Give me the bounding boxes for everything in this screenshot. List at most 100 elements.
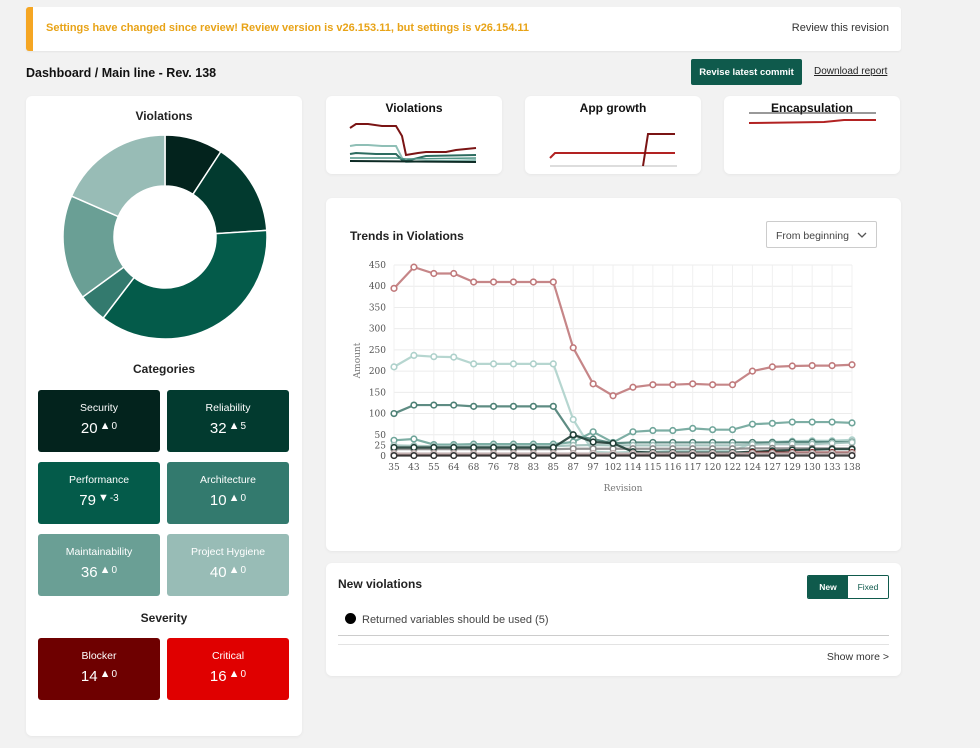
- data-point[interactable]: [489, 360, 498, 368]
- data-point[interactable]: [509, 451, 518, 460]
- data-point[interactable]: [410, 401, 418, 409]
- data-point[interactable]: [589, 380, 597, 388]
- data-point[interactable]: [549, 402, 557, 410]
- data-point[interactable]: [848, 419, 856, 427]
- data-point[interactable]: [549, 451, 557, 460]
- data-point[interactable]: [390, 363, 398, 371]
- data-point[interactable]: [808, 418, 816, 426]
- data-point[interactable]: [728, 381, 737, 389]
- data-point[interactable]: [410, 351, 418, 360]
- tile-critical[interactable]: Critical 16 ▲0: [167, 638, 289, 700]
- data-point[interactable]: [529, 451, 537, 460]
- data-point[interactable]: [689, 451, 697, 460]
- data-point[interactable]: [788, 418, 796, 426]
- data-point[interactable]: [709, 451, 717, 460]
- data-point[interactable]: [788, 362, 796, 370]
- data-point[interactable]: [470, 443, 478, 452]
- data-point[interactable]: [609, 451, 617, 460]
- data-point[interactable]: [629, 383, 637, 391]
- data-point[interactable]: [509, 360, 518, 368]
- mini-chart-encapsulation[interactable]: Encapsulation: [724, 96, 900, 174]
- data-point[interactable]: [489, 278, 498, 286]
- data-point[interactable]: [748, 420, 757, 428]
- data-point[interactable]: [788, 451, 796, 460]
- data-point[interactable]: [609, 439, 617, 447]
- data-point[interactable]: [689, 380, 697, 388]
- data-point[interactable]: [489, 443, 498, 452]
- tile-reliability[interactable]: Reliability 32 ▲5: [167, 390, 289, 452]
- data-point[interactable]: [649, 381, 657, 389]
- data-point[interactable]: [410, 435, 418, 443]
- tile-architecture[interactable]: Architecture 10 ▲0: [167, 462, 289, 524]
- revise-latest-commit-button[interactable]: Revise latest commit: [691, 59, 802, 85]
- data-point[interactable]: [430, 269, 438, 278]
- data-point[interactable]: [450, 353, 458, 361]
- toggle-new[interactable]: New: [808, 576, 848, 598]
- data-point[interactable]: [470, 278, 478, 286]
- data-point[interactable]: [629, 428, 637, 436]
- data-point[interactable]: [549, 443, 557, 452]
- data-point[interactable]: [589, 438, 597, 446]
- data-point[interactable]: [669, 451, 677, 460]
- data-point[interactable]: [709, 381, 717, 389]
- tile-project-hygiene[interactable]: Project Hygiene 40 ▲0: [167, 534, 289, 596]
- data-point[interactable]: [748, 367, 757, 375]
- data-point[interactable]: [450, 401, 458, 409]
- tile-security[interactable]: Security 20 ▲0: [38, 390, 160, 452]
- data-point[interactable]: [410, 451, 418, 460]
- tile-maintainability[interactable]: Maintainability 36 ▲0: [38, 534, 160, 596]
- data-point[interactable]: [569, 451, 577, 460]
- data-point[interactable]: [609, 392, 617, 400]
- violation-item[interactable]: Returned variables should be used (5): [345, 613, 549, 626]
- data-point[interactable]: [669, 381, 677, 389]
- data-point[interactable]: [489, 402, 498, 410]
- data-point[interactable]: [410, 263, 418, 271]
- data-point[interactable]: [728, 426, 737, 434]
- data-point[interactable]: [529, 278, 537, 286]
- data-point[interactable]: [450, 451, 458, 460]
- data-point[interactable]: [430, 443, 438, 452]
- data-point[interactable]: [470, 402, 478, 410]
- data-point[interactable]: [529, 402, 537, 410]
- data-point[interactable]: [450, 443, 458, 452]
- data-point[interactable]: [569, 415, 577, 424]
- data-point[interactable]: [390, 451, 398, 460]
- data-point[interactable]: [848, 438, 856, 447]
- toggle-fixed[interactable]: Fixed: [848, 576, 888, 598]
- data-point[interactable]: [728, 451, 737, 460]
- data-point[interactable]: [629, 451, 637, 460]
- data-point[interactable]: [489, 451, 498, 460]
- data-point[interactable]: [828, 361, 836, 370]
- data-point[interactable]: [470, 451, 478, 460]
- data-point[interactable]: [649, 426, 657, 435]
- data-point[interactable]: [689, 424, 697, 433]
- data-point[interactable]: [450, 269, 458, 278]
- mini-chart-violations[interactable]: Violations: [326, 96, 502, 174]
- download-report-link[interactable]: Download report: [814, 66, 887, 77]
- data-point[interactable]: [669, 426, 677, 435]
- data-point[interactable]: [768, 363, 776, 371]
- data-point[interactable]: [529, 360, 537, 368]
- data-point[interactable]: [768, 451, 776, 460]
- data-point[interactable]: [808, 451, 816, 460]
- data-point[interactable]: [509, 278, 518, 286]
- data-point[interactable]: [390, 443, 398, 452]
- data-point[interactable]: [768, 419, 776, 427]
- data-point[interactable]: [808, 361, 816, 370]
- data-point[interactable]: [848, 361, 856, 369]
- data-point[interactable]: [509, 443, 518, 452]
- data-point[interactable]: [828, 418, 836, 426]
- data-point[interactable]: [430, 451, 438, 460]
- data-point[interactable]: [430, 353, 438, 361]
- data-point[interactable]: [848, 451, 856, 460]
- data-point[interactable]: [569, 431, 577, 439]
- data-point[interactable]: [509, 402, 518, 410]
- data-point[interactable]: [828, 451, 836, 460]
- data-point[interactable]: [430, 401, 438, 409]
- data-point[interactable]: [748, 451, 757, 460]
- data-point[interactable]: [529, 443, 537, 452]
- data-point[interactable]: [709, 426, 717, 434]
- data-point[interactable]: [410, 443, 418, 452]
- data-point[interactable]: [549, 360, 557, 368]
- data-point[interactable]: [589, 451, 597, 460]
